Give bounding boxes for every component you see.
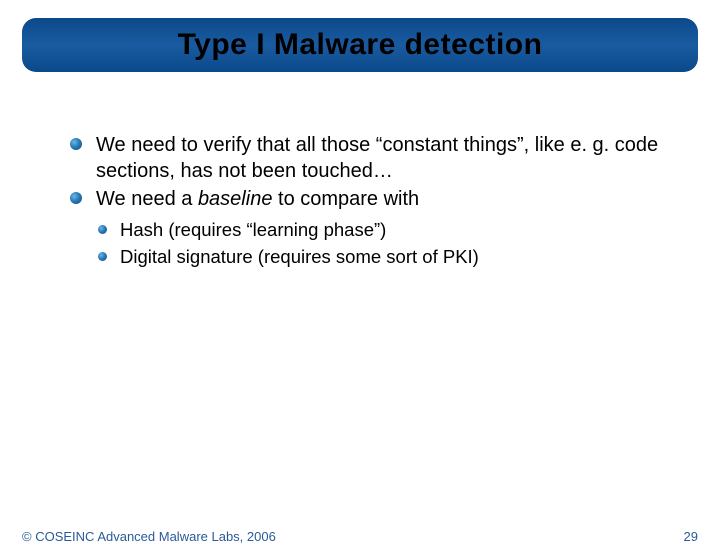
bullet-text-italic: baseline — [198, 188, 273, 210]
main-bullet-list: We need to verify that all those “consta… — [70, 132, 670, 212]
footer-page-number: 29 — [684, 529, 698, 544]
slide-content: We need to verify that all those “consta… — [70, 132, 670, 270]
sub-bullet-item: Digital signature (requires some sort of… — [98, 245, 670, 270]
slide-title: Type I Malware detection — [42, 28, 678, 62]
bullet-text-prefix: We need a — [96, 188, 198, 210]
sub-bullet-text: Digital signature (requires some sort of… — [120, 246, 479, 267]
slide-footer: © COSEINC Advanced Malware Labs, 2006 29 — [22, 529, 698, 544]
bullet-item: We need a baseline to compare with — [70, 186, 670, 212]
sub-bullet-list: Hash (requires “learning phase”) Digital… — [98, 218, 670, 270]
slide-title-bar: Type I Malware detection — [22, 18, 698, 72]
bullet-item: We need to verify that all those “consta… — [70, 132, 670, 184]
footer-copyright: © COSEINC Advanced Malware Labs, 2006 — [22, 529, 276, 544]
bullet-text: We need to verify that all those “consta… — [96, 134, 658, 182]
sub-bullet-text: Hash (requires “learning phase”) — [120, 219, 386, 240]
sub-bullet-item: Hash (requires “learning phase”) — [98, 218, 670, 243]
bullet-text-suffix: to compare with — [272, 188, 419, 210]
